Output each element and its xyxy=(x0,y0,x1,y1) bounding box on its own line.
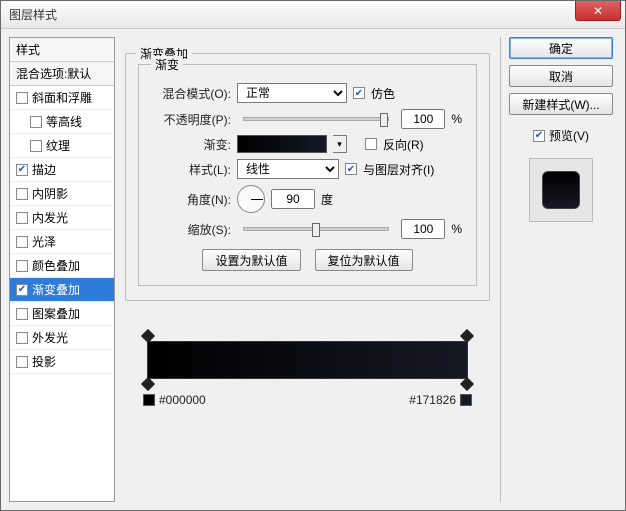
style-item-color-overlay[interactable]: 颜色叠加 xyxy=(10,254,114,278)
gradient-overlay-group: 渐变叠加 渐变 混合模式(O): 正常 仿色 不透明度(P): % xyxy=(125,53,490,301)
opacity-label: 不透明度(P): xyxy=(153,111,231,128)
blend-mode-label: 混合模式(O): xyxy=(153,85,231,102)
angle-label: 角度(N): xyxy=(153,191,231,208)
align-label: 与图层对齐(I) xyxy=(363,161,434,178)
style-list-subheader[interactable]: 混合选项:默认 xyxy=(10,62,114,86)
align-checkbox[interactable] xyxy=(345,163,357,175)
gradient-dropdown[interactable]: ▾ xyxy=(333,135,347,153)
opacity-unit: % xyxy=(451,112,462,126)
dither-checkbox[interactable] xyxy=(353,87,365,99)
style-list: 样式 混合选项:默认 斜面和浮雕 等高线 纹理 描边 内阴影 内发光 光泽 颜色… xyxy=(9,37,115,502)
cancel-button[interactable]: 取消 xyxy=(509,65,613,87)
gradient-subgroup: 渐变 混合模式(O): 正常 仿色 不透明度(P): % 渐变 xyxy=(138,64,477,286)
style-list-header[interactable]: 样式 xyxy=(10,38,114,62)
swatch-icon xyxy=(143,394,155,406)
scale-input[interactable] xyxy=(401,219,445,239)
style-item-inner-glow[interactable]: 内发光 xyxy=(10,206,114,230)
gradient-stop-label-right: #171826 xyxy=(409,393,472,407)
style-select[interactable]: 线性 xyxy=(237,159,339,179)
style-item-bevel[interactable]: 斜面和浮雕 xyxy=(10,86,114,110)
style-item-contour[interactable]: 等高线 xyxy=(10,110,114,134)
scale-slider[interactable] xyxy=(243,227,389,231)
blend-mode-select[interactable]: 正常 xyxy=(237,83,347,103)
action-column: 确定 取消 新建样式(W)... 预览(V) xyxy=(505,37,617,502)
gradient-editor: #000000 #171826 xyxy=(125,341,490,379)
settings-panel: 渐变叠加 渐变 混合模式(O): 正常 仿色 不透明度(P): % xyxy=(115,37,501,502)
subgroup-legend: 渐变 xyxy=(151,56,183,73)
reset-default-button[interactable]: 复位为默认值 xyxy=(315,249,413,271)
gradient-label: 渐变: xyxy=(153,136,231,153)
preview-box xyxy=(529,158,593,222)
close-button[interactable]: ✕ xyxy=(575,1,621,21)
opacity-slider[interactable] xyxy=(243,117,389,121)
gradient-stop-label-left: #000000 xyxy=(143,393,206,407)
scale-label: 缩放(S): xyxy=(153,221,231,238)
new-style-button[interactable]: 新建样式(W)... xyxy=(509,93,613,115)
swatch-icon xyxy=(460,394,472,406)
reverse-checkbox[interactable] xyxy=(365,138,377,150)
close-icon: ✕ xyxy=(593,4,603,18)
style-item-satin[interactable]: 光泽 xyxy=(10,230,114,254)
style-item-gradient-overlay[interactable]: 渐变叠加 xyxy=(10,278,114,302)
style-label: 样式(L): xyxy=(153,161,231,178)
style-item-inner-shadow[interactable]: 内阴影 xyxy=(10,182,114,206)
reverse-label: 反向(R) xyxy=(383,136,424,153)
angle-dial[interactable] xyxy=(237,185,265,213)
gradient-color-stop-left[interactable] xyxy=(141,377,155,391)
set-default-button[interactable]: 设置为默认值 xyxy=(202,249,300,271)
opacity-input[interactable] xyxy=(401,109,445,129)
preview-label: 预览(V) xyxy=(549,127,589,144)
style-item-drop-shadow[interactable]: 投影 xyxy=(10,350,114,374)
scale-unit: % xyxy=(451,222,462,236)
titlebar: 图层样式 ✕ xyxy=(1,1,625,29)
style-item-outer-glow[interactable]: 外发光 xyxy=(10,326,114,350)
gradient-bar[interactable] xyxy=(147,341,468,379)
angle-input[interactable] xyxy=(271,189,315,209)
style-item-stroke[interactable]: 描边 xyxy=(10,158,114,182)
layer-style-dialog: 图层样式 ✕ 样式 混合选项:默认 斜面和浮雕 等高线 纹理 描边 内阴影 内发… xyxy=(0,0,626,511)
window-title: 图层样式 xyxy=(9,6,57,23)
ok-button[interactable]: 确定 xyxy=(509,37,613,59)
gradient-color-stop-right[interactable] xyxy=(460,377,474,391)
preview-checkbox[interactable] xyxy=(533,130,545,142)
style-item-pattern-overlay[interactable]: 图案叠加 xyxy=(10,302,114,326)
dither-label: 仿色 xyxy=(371,85,395,102)
angle-unit: 度 xyxy=(321,191,333,208)
gradient-swatch[interactable] xyxy=(237,135,327,153)
style-item-texture[interactable]: 纹理 xyxy=(10,134,114,158)
preview-swatch xyxy=(542,171,580,209)
